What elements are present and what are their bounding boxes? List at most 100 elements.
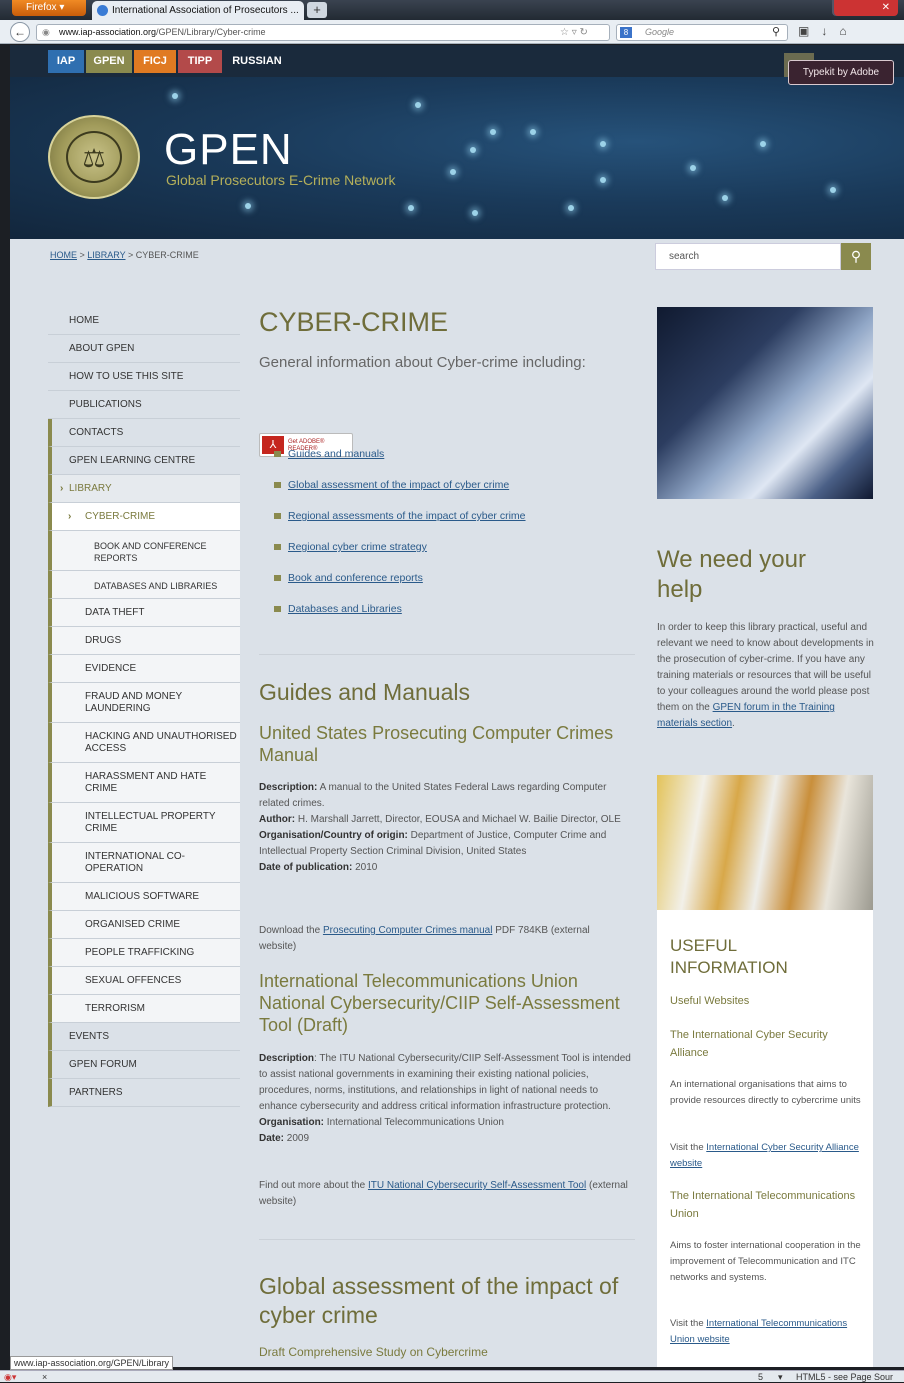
nav-about[interactable]: ABOUT GPEN bbox=[48, 335, 240, 363]
close-addon-bar-button[interactable]: × bbox=[42, 1371, 47, 1383]
firefox-menu-label: Firefox bbox=[26, 2, 57, 13]
value: 2009 bbox=[286, 1133, 310, 1144]
nav-harassment[interactable]: HARASSMENT AND HATE CRIME bbox=[48, 763, 240, 803]
link-strategy[interactable]: Regional cyber crime strategy bbox=[274, 541, 427, 553]
nav-learning[interactable]: GPEN LEARNING CENTRE bbox=[48, 447, 240, 475]
nav-book-reports[interactable]: BOOK AND CONFERENCE REPORTS bbox=[48, 531, 240, 571]
site-top-nav: IAP GPEN FICJ TIPP RUSSIAN bbox=[10, 45, 904, 77]
bookmark-star-icon[interactable]: ☆ ▿ ↻ bbox=[560, 24, 588, 41]
close-window-button[interactable]: ✕ bbox=[834, 0, 898, 16]
nav-partners[interactable]: PARTNERS bbox=[48, 1079, 240, 1107]
value: 2010 bbox=[355, 862, 378, 873]
value: International Telecommunications Union bbox=[326, 1117, 504, 1128]
label: Date: bbox=[259, 1133, 285, 1144]
breadcrumb-sep: > bbox=[79, 250, 85, 260]
us-manual-heading: United States Prosecuting Computer Crime… bbox=[259, 723, 614, 765]
link-guides[interactable]: Guides and manuals bbox=[274, 448, 384, 460]
nav-events[interactable]: EVENTS bbox=[48, 1023, 240, 1051]
nav-home[interactable]: HOME bbox=[48, 307, 240, 335]
topnav-iap[interactable]: IAP bbox=[48, 50, 84, 73]
itu-tool-link[interactable]: ITU National Cybersecurity Self-Assessme… bbox=[368, 1180, 586, 1191]
label: Organisation: bbox=[259, 1117, 325, 1128]
nav-databases[interactable]: DATABASES AND LIBRARIES bbox=[48, 571, 240, 599]
section-guides: Guides and Manuals bbox=[259, 679, 470, 705]
breadcrumb: HOME > LIBRARY > CYBER-CRIME bbox=[50, 250, 199, 260]
nav-forum[interactable]: GPEN FORUM bbox=[48, 1051, 240, 1079]
files-photo bbox=[657, 775, 873, 910]
back-button[interactable]: ← bbox=[10, 22, 30, 42]
firefox-menu-button[interactable]: Firefox ▾ bbox=[12, 0, 86, 16]
site-identity-icon: ◉ bbox=[42, 27, 50, 37]
draft-study-heading: Draft Comprehensive Study on Cybercrime bbox=[259, 1345, 488, 1359]
adblock-icon[interactable]: ◉▾ bbox=[4, 1371, 16, 1383]
nav-datatheft[interactable]: DATA THEFT bbox=[48, 599, 240, 627]
browser-search-placeholder: Google bbox=[645, 27, 675, 37]
nav-terrorism[interactable]: TERRORISM bbox=[48, 995, 240, 1023]
nav-library[interactable]: › LIBRARY bbox=[48, 475, 240, 503]
nav-evidence[interactable]: EVIDENCE bbox=[48, 655, 240, 683]
add-on-bar: ◉▾ × 5 ▾ HTML5 - see Page Sour bbox=[0, 1370, 904, 1382]
download-manual-link[interactable]: Prosecuting Computer Crimes manual bbox=[323, 925, 493, 936]
itu-tool-details: Description: The ITU National Cybersecur… bbox=[259, 1051, 631, 1147]
link-book[interactable]: Book and conference reports bbox=[274, 572, 423, 584]
browser-search-box[interactable]: 8 Google bbox=[616, 24, 788, 41]
breadcrumb-sep: > bbox=[128, 250, 134, 260]
icsa-text: An international organisations that aims… bbox=[670, 1079, 861, 1106]
map-dot bbox=[722, 195, 728, 201]
left-nav: HOME ABOUT GPEN HOW TO USE THIS SITE PUB… bbox=[48, 307, 240, 1107]
map-dot bbox=[172, 93, 178, 99]
text: Download the bbox=[259, 925, 321, 936]
nav-fraud[interactable]: FRAUD AND MONEY LAUNDERING bbox=[48, 683, 240, 723]
url-bar[interactable]: ◉ www.iap-association.org/GPEN/Library/Cy… bbox=[36, 24, 610, 41]
label: Description bbox=[259, 1053, 315, 1064]
map-dot bbox=[830, 187, 836, 193]
nav-ip[interactable]: INTELLECTUAL PROPERTY CRIME bbox=[48, 803, 240, 843]
nav-hacking[interactable]: HACKING AND UNAUTHORISED ACCESS bbox=[48, 723, 240, 763]
nav-organised[interactable]: ORGANISED CRIME bbox=[48, 911, 240, 939]
label: Date of publication: bbox=[259, 862, 353, 873]
link-global[interactable]: Global assessment of the impact of cyber… bbox=[274, 479, 509, 491]
link-databases[interactable]: Databases and Libraries bbox=[274, 603, 402, 615]
nav-contacts[interactable]: CONTACTS bbox=[48, 419, 240, 447]
itu-more: Find out more about the ITU National Cyb… bbox=[259, 1178, 633, 1210]
nav-publications[interactable]: PUBLICATIONS bbox=[48, 391, 240, 419]
useful-websites-heading: Useful Websites bbox=[670, 995, 750, 1007]
typekit-badge[interactable]: Typekit by Adobe bbox=[788, 60, 894, 85]
topnav-russian[interactable]: RUSSIAN bbox=[224, 50, 290, 73]
nav-drugs[interactable]: DRUGS bbox=[48, 627, 240, 655]
map-dot bbox=[690, 165, 696, 171]
map-dot bbox=[245, 203, 251, 209]
itu-text: Aims to foster international cooperation… bbox=[670, 1240, 861, 1283]
search-input[interactable]: search bbox=[655, 243, 841, 270]
map-dot bbox=[470, 147, 476, 153]
nav-trafficking[interactable]: PEOPLE TRAFFICKING bbox=[48, 939, 240, 967]
topnav-ficj[interactable]: FICJ bbox=[134, 50, 176, 73]
breadcrumb-library[interactable]: LIBRARY bbox=[87, 250, 125, 260]
link-regional[interactable]: Regional assessments of the impact of cy… bbox=[274, 510, 526, 522]
gpen-logo[interactable]: ⚖ bbox=[48, 115, 140, 199]
toolbar-icons[interactable]: ▣↓⌂ bbox=[798, 24, 859, 38]
nav-sexual[interactable]: SEXUAL OFFENCES bbox=[48, 967, 240, 995]
help-heading: We need your help bbox=[657, 546, 806, 603]
topnav-gpen[interactable]: GPEN bbox=[86, 50, 132, 73]
itu-tool-heading: International Telecommunications Union N… bbox=[259, 971, 620, 1035]
text: Visit the bbox=[670, 1318, 704, 1329]
nav-intl[interactable]: INTERNATIONAL CO-OPERATION bbox=[48, 843, 240, 883]
new-tab-button[interactable]: + bbox=[307, 2, 327, 18]
label: Author: bbox=[259, 814, 296, 825]
counter-badge[interactable]: 5 bbox=[758, 1371, 763, 1383]
topnav-tipp[interactable]: TIPP bbox=[178, 50, 222, 73]
breadcrumb-home[interactable]: HOME bbox=[50, 250, 77, 260]
dropdown-icon[interactable]: ▾ bbox=[778, 1371, 783, 1383]
status-url: www.iap-association.org/GPEN/Library bbox=[10, 1356, 174, 1370]
browser-tab[interactable]: International Association of Prosecutors… bbox=[92, 1, 304, 20]
search-icon[interactable]: ⚲ bbox=[841, 243, 871, 270]
breadcrumb-current: CYBER-CRIME bbox=[135, 250, 199, 260]
search-go-icon[interactable]: ⚲ bbox=[772, 25, 780, 38]
nav-malicious[interactable]: MALICIOUS SOFTWARE bbox=[48, 883, 240, 911]
html5-validator-status[interactable]: HTML5 - see Page Sour bbox=[796, 1371, 893, 1383]
map-dot bbox=[600, 177, 606, 183]
nav-cybercrime[interactable]: › CYBER-CRIME bbox=[48, 503, 240, 531]
chevron-right-icon: › bbox=[68, 511, 72, 522]
nav-howto[interactable]: HOW TO USE THIS SITE bbox=[48, 363, 240, 391]
